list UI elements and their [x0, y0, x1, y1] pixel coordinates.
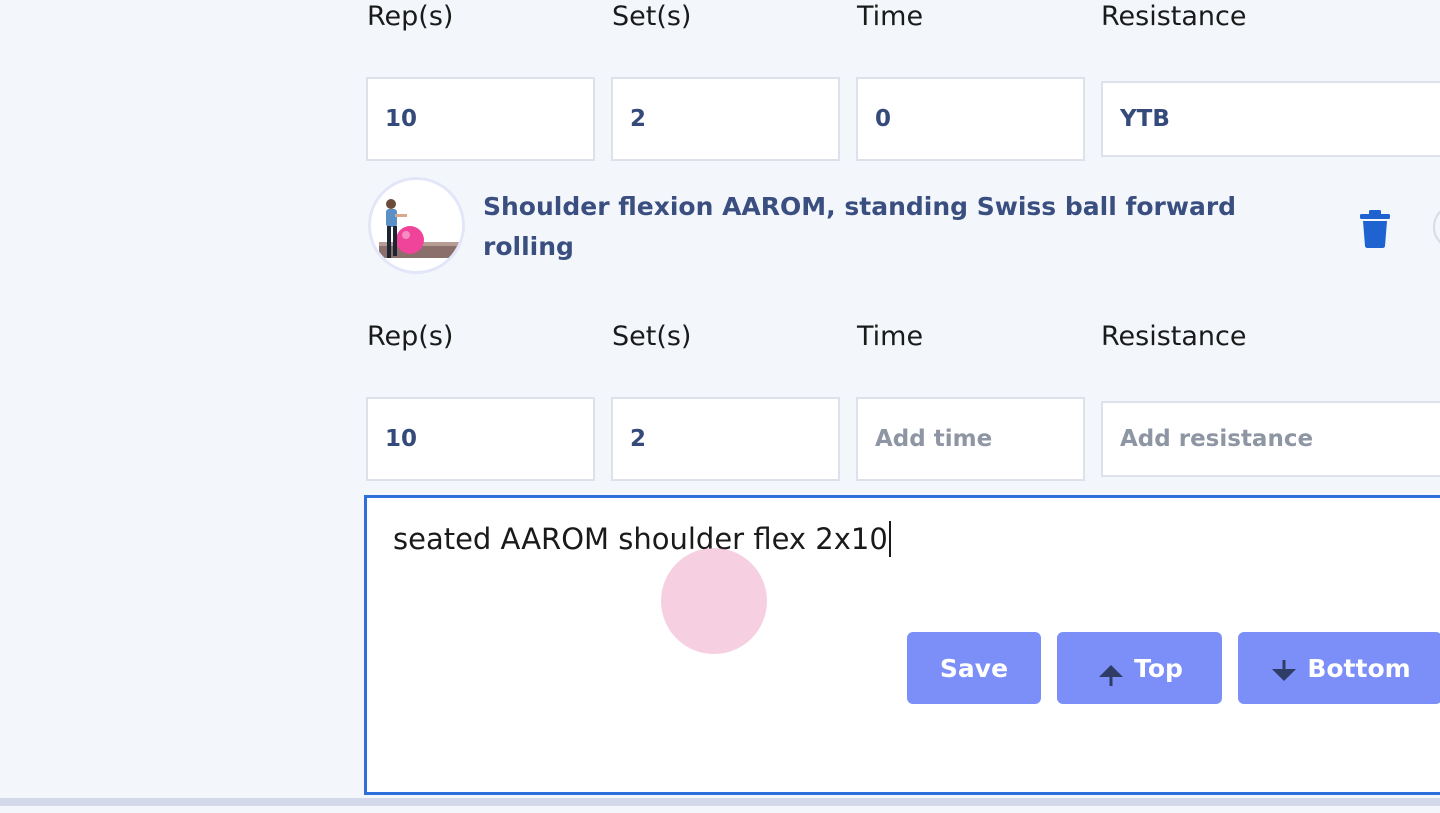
- time-label: Time: [857, 321, 924, 352]
- move-to-top-button[interactable]: Top: [1057, 632, 1222, 704]
- trash-icon[interactable]: [1358, 209, 1392, 249]
- time-label: Time: [857, 1, 924, 32]
- reps-label: Rep(s): [367, 1, 454, 32]
- arrow-down-icon: [1269, 650, 1299, 686]
- save-button-label: Save: [939, 653, 1009, 683]
- sets-label: Set(s): [612, 1, 692, 32]
- exercise-thumbnail: [368, 177, 465, 274]
- resistance-label: Resistance: [1101, 321, 1247, 352]
- reps-input[interactable]: 10: [366, 397, 595, 481]
- resistance-input[interactable]: YTB: [1101, 81, 1440, 157]
- exercise-title[interactable]: Shoulder flexion AAROM, standing Swiss b…: [483, 187, 1273, 267]
- notes-text: seated AAROM shoulder flex 2x10: [393, 521, 891, 557]
- resistance-label: Resistance: [1101, 1, 1247, 32]
- top-button-label: Top: [1134, 653, 1183, 683]
- reps-input[interactable]: 10: [366, 77, 595, 161]
- horizontal-scrollbar[interactable]: [0, 798, 1440, 806]
- exercise-editor-page: Rep(s) Set(s) Time Resistance 10 2 0 YTB…: [0, 0, 1440, 813]
- time-input[interactable]: Add time: [856, 397, 1085, 481]
- reps-label: Rep(s): [367, 321, 454, 352]
- arrow-up-icon: [1096, 650, 1126, 686]
- move-to-bottom-button[interactable]: Bottom: [1238, 632, 1440, 704]
- sets-input[interactable]: 2: [611, 77, 840, 161]
- sets-label: Set(s): [612, 321, 692, 352]
- more-options-button[interactable]: [1433, 204, 1440, 250]
- text-caret: [888, 521, 891, 557]
- bottom-button-label: Bottom: [1307, 653, 1411, 683]
- sets-input[interactable]: 2: [611, 397, 840, 481]
- save-button[interactable]: Save: [907, 632, 1041, 704]
- time-input[interactable]: 0: [856, 77, 1085, 161]
- resistance-input[interactable]: Add resistance: [1101, 401, 1440, 477]
- notes-value: seated AAROM shoulder flex 2x10: [393, 522, 888, 556]
